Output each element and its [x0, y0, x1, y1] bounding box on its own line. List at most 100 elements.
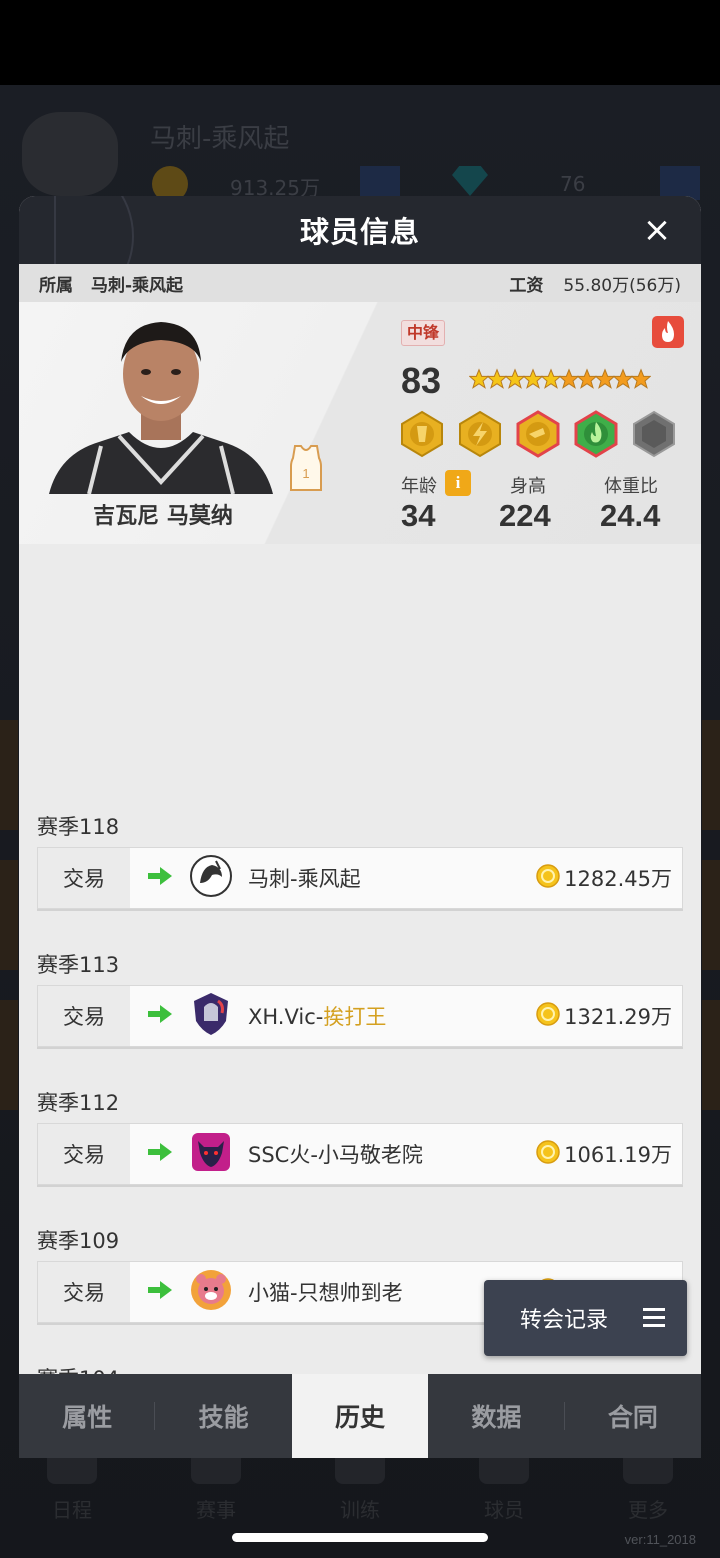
- tab-2[interactable]: 历史: [291, 1374, 429, 1458]
- gold-star-icon: [505, 368, 525, 389]
- background-nav-label: 更多: [628, 1498, 668, 1522]
- tab-1[interactable]: 技能: [155, 1374, 291, 1458]
- history-row[interactable]: 交易 马刺-乘风起 1282.45万: [37, 847, 683, 909]
- coin-icon: [536, 864, 564, 892]
- player-card: 1 吉瓦尼 马莫纳 中锋 83 年龄 i 身高 体重比 34 224 24.4: [19, 302, 701, 544]
- background-nav-label: 日程: [52, 1498, 92, 1522]
- affiliation-label: 所属: [39, 275, 73, 296]
- tab-3[interactable]: 数据: [428, 1374, 566, 1458]
- gold-star-icon: [469, 368, 489, 389]
- team-name-suffix: 挨打王: [323, 1005, 387, 1029]
- season-label: 赛季112: [37, 1091, 120, 1115]
- coin-icon: [536, 1140, 564, 1168]
- player-name: 吉瓦尼 马莫纳: [93, 504, 233, 529]
- gold-star-icon: [523, 368, 543, 389]
- background-add-coins-button: [360, 166, 400, 200]
- affiliation-team: 马刺-乘风起: [91, 275, 184, 296]
- transfer-record-label: 转会记录: [520, 1308, 609, 1333]
- salary-label: 工资: [509, 275, 544, 296]
- transfer-amount: 1061.19万: [564, 1143, 672, 1167]
- star-rating: [469, 364, 651, 394]
- close-button[interactable]: ×: [639, 212, 675, 248]
- bmi-value: 24.4: [600, 498, 661, 533]
- team-name: SSC火-小马敬老院: [248, 1143, 423, 1167]
- background-team-logo: [22, 112, 118, 196]
- salary-value: 55.80万(56万): [563, 275, 681, 296]
- orange-star-icon: [577, 368, 597, 389]
- green-arrow-icon: [130, 1142, 172, 1166]
- defender-badge-icon[interactable]: [399, 410, 445, 458]
- history-row[interactable]: 交易 XH.Vic-挨打王 1321.29万: [37, 985, 683, 1047]
- version-label: ver:11_2018: [624, 1532, 696, 1547]
- green-arrow-icon: [130, 1004, 172, 1028]
- background-nav-label: 球员: [484, 1498, 524, 1522]
- transaction-type: 交易: [38, 848, 130, 908]
- history-row[interactable]: 交易 SSC火-小马敬老院 1061.19万: [37, 1123, 683, 1185]
- season-block: 赛季112 交易 SSC火-小马敬老院 1061.19万: [37, 1083, 683, 1185]
- season-label: 赛季113: [37, 953, 120, 977]
- transaction-type: 交易: [38, 986, 130, 1046]
- locked-badge-icon[interactable]: [631, 410, 677, 458]
- shooter-badge-icon[interactable]: [515, 410, 561, 458]
- bmi-label: 体重比: [604, 476, 658, 497]
- team-name: 马刺-乘风起: [248, 867, 361, 891]
- background-nav-label: 赛事: [196, 1498, 236, 1522]
- background-side-panel: [0, 1000, 18, 1110]
- height-value: 224: [499, 498, 551, 533]
- jersey-icon: 1: [287, 444, 325, 492]
- team-name: XH.Vic-挨打王: [248, 1005, 387, 1029]
- court-decoration: [54, 196, 56, 264]
- age-label: 年龄: [401, 476, 437, 497]
- bear-logo-icon: [172, 1267, 234, 1317]
- player-rating: 83: [401, 360, 442, 401]
- tab-0[interactable]: 属性: [19, 1374, 156, 1458]
- player-info-modal: 球员信息 × 所属 马刺-乘风起 工资 55.80万(56万) 1 吉瓦尼 马莫…: [19, 196, 701, 1458]
- player-info-bar: 所属 马刺-乘风起 工资 55.80万(56万): [19, 264, 701, 302]
- tab-bar: 属性 技能 历史 数据 合同: [19, 1374, 701, 1458]
- position-badge: 中锋: [401, 320, 445, 346]
- background-nav-label: 训练: [340, 1498, 380, 1522]
- season-block: 赛季118 交易 马刺-乘风起 1282.45万: [37, 807, 683, 909]
- background-team-name: 马刺-乘风起: [150, 124, 290, 154]
- lightning-badge-icon[interactable]: [457, 410, 503, 458]
- transfer-amount: 1282.45万: [564, 867, 672, 891]
- knight-logo-icon: [172, 991, 234, 1041]
- gold-star-icon: [541, 368, 561, 389]
- transfer-record-button[interactable]: 转会记录: [484, 1280, 687, 1356]
- tab-4[interactable]: 合同: [565, 1374, 701, 1458]
- player-portrait: [49, 322, 273, 494]
- background-side-panel: [0, 720, 18, 830]
- background-side-panel: [702, 1000, 720, 1110]
- skill-badges: [399, 410, 677, 458]
- season-label: 赛季109: [37, 1229, 120, 1253]
- orange-star-icon: [595, 368, 615, 389]
- bull-logo-icon: [172, 1129, 234, 1179]
- coin-icon: [536, 1002, 564, 1030]
- age-info-icon[interactable]: i: [445, 470, 471, 496]
- background-add-diamonds-button: [660, 166, 700, 200]
- home-indicator: [232, 1533, 488, 1542]
- green-arrow-icon: [130, 866, 172, 890]
- green-flame-badge-icon[interactable]: [573, 410, 619, 458]
- height-label: 身高: [510, 476, 546, 497]
- orange-star-icon: [559, 368, 579, 389]
- modal-title: 球员信息: [299, 215, 420, 249]
- orange-star-icon: [631, 368, 651, 389]
- orange-star-icon: [613, 368, 633, 389]
- transaction-type: 交易: [38, 1124, 130, 1184]
- gold-star-icon: [487, 368, 507, 389]
- background-diamond-value: 76: [560, 172, 586, 196]
- season-label: 赛季118: [37, 815, 120, 839]
- court-decoration: [19, 196, 134, 264]
- season-block: 赛季113 交易 XH.Vic-挨打王 1321.29万: [37, 945, 683, 1047]
- menu-icon: [643, 1308, 665, 1327]
- transaction-type: 交易: [38, 1262, 130, 1322]
- spurs-logo-icon: [172, 853, 234, 903]
- background-side-panel: [702, 860, 720, 970]
- transfer-amount: 1321.29万: [564, 1005, 672, 1029]
- age-value: 34: [401, 498, 436, 533]
- fire-icon[interactable]: [652, 316, 684, 348]
- modal-header: 球员信息 ×: [19, 196, 701, 264]
- green-arrow-icon: [130, 1280, 172, 1304]
- background-side-panel: [702, 720, 720, 830]
